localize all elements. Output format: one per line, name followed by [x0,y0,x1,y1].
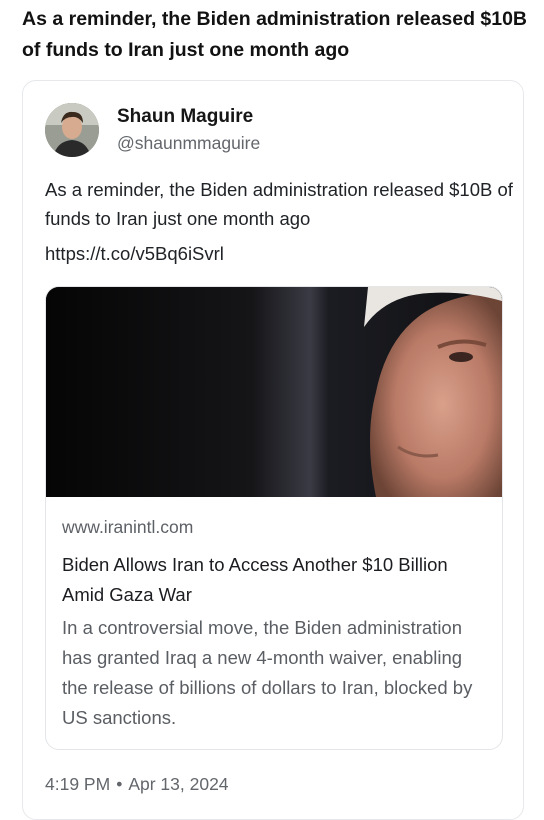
author-handle[interactable]: @shaunmmaguire [117,133,260,154]
link-description: In a controversial move, the Biden admin… [62,617,473,728]
tweet-time: 4:19 PM [45,774,111,794]
post-headline: As a reminder, the Biden administration … [22,8,528,61]
embedded-tweet-card[interactable]: Shaun Maguire @shaunmmaguire As a remind… [22,80,524,820]
link-preview-card[interactable]: www.iranintl.com Biden Allows Iran to Ac… [45,286,503,750]
preview-image[interactable] [46,287,502,497]
author-name[interactable]: Shaun Maguire [117,106,253,128]
link-domain: www.iranintl.com [62,517,194,537]
tweet-date: Apr 13, 2024 [128,774,229,794]
link-title[interactable]: Biden Allows Iran to Access Another $10 … [62,550,482,610]
tweet-text: As a reminder, the Biden administration … [45,179,513,229]
tweet-link[interactable]: https://t.co/v5Bq6iSvrl [45,243,224,265]
tweet-timestamp[interactable]: 4:19 PM • Apr 13, 2024 [45,774,229,795]
author-avatar[interactable] [45,103,99,157]
separator-dot: • [116,774,123,794]
